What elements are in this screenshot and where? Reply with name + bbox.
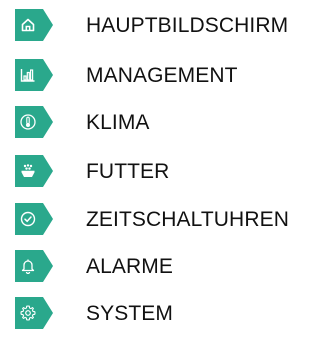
menu-item-label: ZEITSCHALTUHREN — [86, 208, 289, 231]
thermometer-icon — [20, 114, 36, 130]
menu-item-icon-badge — [15, 297, 53, 329]
menu-item-hauptbildschirm[interactable]: HAUPTBILDSCHIRM — [0, 9, 320, 41]
menu-item-icon-badge — [15, 203, 53, 235]
menu-item-icon-badge — [15, 155, 53, 187]
menu-item-system[interactable]: SYSTEM — [0, 297, 320, 329]
gear-icon — [20, 305, 36, 321]
feeder-icon — [21, 164, 35, 177]
clock-icon — [20, 211, 36, 227]
menu-item-zeitschaltuhren[interactable]: ZEITSCHALTUHREN — [0, 203, 320, 235]
menu-item-futter[interactable]: FUTTER — [0, 155, 320, 187]
bell-icon — [21, 259, 35, 274]
menu-item-klima[interactable]: KLIMA — [0, 106, 320, 138]
menu-item-icon-badge — [15, 59, 53, 91]
menu-item-label: SYSTEM — [86, 302, 173, 325]
menu-item-icon-badge — [15, 106, 53, 138]
menu-item-icon-badge — [15, 9, 53, 41]
menu-item-management[interactable]: MANAGEMENT — [0, 59, 320, 91]
menu-item-icon-badge — [15, 250, 53, 282]
menu-item-label: ALARME — [86, 255, 173, 278]
menu-item-label: HAUPTBILDSCHIRM — [86, 14, 289, 37]
menu-item-alarme[interactable]: ALARME — [0, 250, 320, 282]
home-icon — [21, 18, 35, 32]
menu-item-label: KLIMA — [86, 111, 150, 134]
main-menu: HAUPTBILDSCHIRM MANAGEMENT KLIMA FUTTER … — [0, 0, 320, 338]
bar-chart-icon — [20, 69, 35, 82]
menu-item-label: FUTTER — [86, 160, 170, 183]
menu-item-label: MANAGEMENT — [86, 64, 238, 87]
